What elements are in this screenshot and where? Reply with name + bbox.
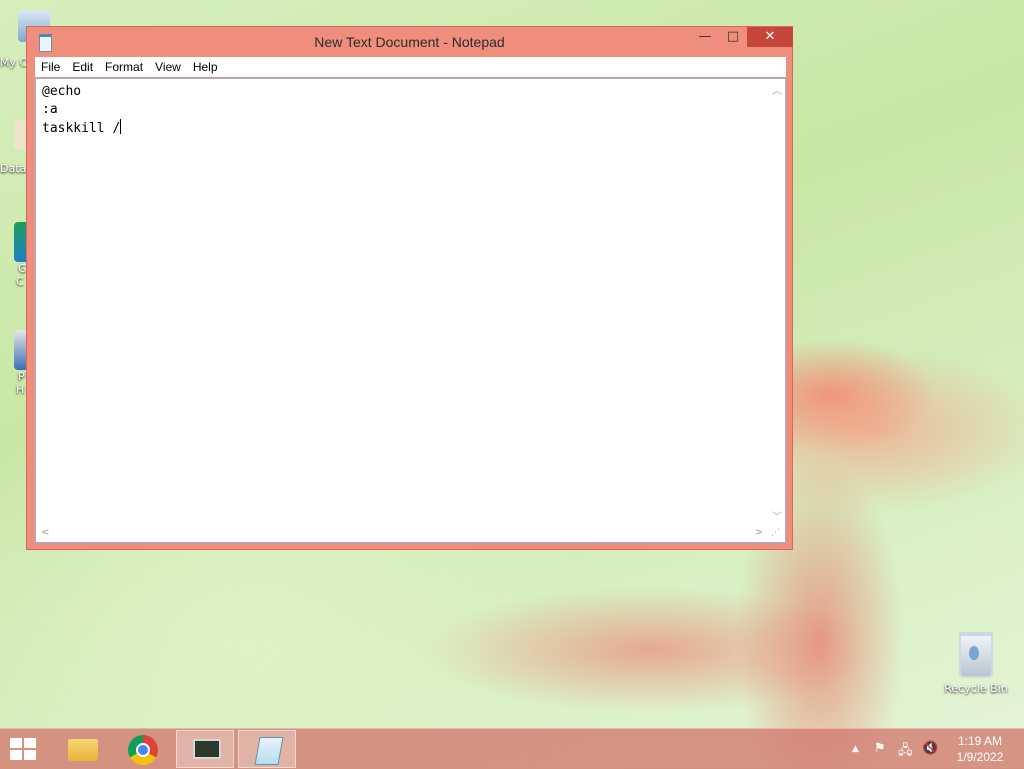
taskbar-system-monitor[interactable] [176,730,234,768]
menu-view[interactable]: View [149,57,187,74]
taskbar-notepad[interactable] [238,730,296,768]
scroll-down-icon[interactable]: ﹀ [772,508,782,523]
scroll-left-icon[interactable]: < [41,527,49,538]
menu-edit[interactable]: Edit [66,57,99,74]
clock-date: 1/9/2022 [956,750,1004,764]
recycle-bin-label: Recycle Bin [944,682,1008,695]
clock-time: 1:19 AM [957,734,1003,748]
show-hidden-icon[interactable]: ▲ [852,744,859,754]
file-explorer-icon [68,739,98,761]
taskbar-chrome[interactable] [114,730,172,768]
start-icon-pane [24,738,36,748]
notepad-icon [254,737,284,765]
desktop-icon-recycle-bin[interactable]: Recycle Bin [944,632,1008,695]
system-monitor-icon [193,739,221,759]
scroll-up-icon[interactable]: ︿ [772,82,782,97]
resize-grip-icon[interactable]: ⋰ [771,528,783,540]
editor-line: taskkill / [42,121,121,136]
editor-text[interactable]: @echo :a taskkill / [42,83,122,138]
horizontal-scrollbar[interactable]: < > [36,525,768,542]
menu-format[interactable]: Format [99,57,149,74]
menu-help[interactable]: Help [187,57,224,74]
action-center-flag-icon[interactable]: ⚑ [874,741,886,756]
chrome-icon [128,735,158,765]
start-button[interactable] [10,738,38,760]
start-icon-pane [10,750,22,760]
network-icon[interactable]: 🖧 [898,741,913,763]
text-editor-area[interactable]: @echo :a taskkill / ︿ ﹀ < > ⋰ [35,78,786,543]
editor-line: @echo [42,84,82,99]
recycle-bin-icon [959,632,993,678]
start-icon [10,738,22,748]
window-title: New Text Document - Notepad [314,34,505,50]
start-icon-pane [24,750,36,760]
menu-file[interactable]: File [35,57,66,74]
close-button[interactable]: ✕ [747,27,793,47]
title-bar[interactable]: New Text Document - Notepad — □ ✕ [27,27,793,57]
scroll-right-icon[interactable]: > [755,527,763,538]
menu-bar: File Edit Format View Help [35,57,786,77]
vertical-scrollbar[interactable]: ︿ ﹀ [768,79,785,525]
system-clock[interactable]: 1:19 AM 1/9/2022 [950,733,1010,765]
minimize-button[interactable]: — [691,27,719,47]
text-caret [120,119,122,134]
volume-muted-icon[interactable]: 🔇 [922,741,938,756]
taskbar-file-explorer[interactable] [52,730,110,768]
maximize-button[interactable]: □ [719,27,747,47]
notepad-window[interactable]: New Text Document - Notepad — □ ✕ File Ed… [26,26,793,550]
editor-line: :a [42,102,58,117]
taskbar: ▲ ⚑ 🖧 🔇 1:19 AM 1/9/2022 [0,728,1024,769]
